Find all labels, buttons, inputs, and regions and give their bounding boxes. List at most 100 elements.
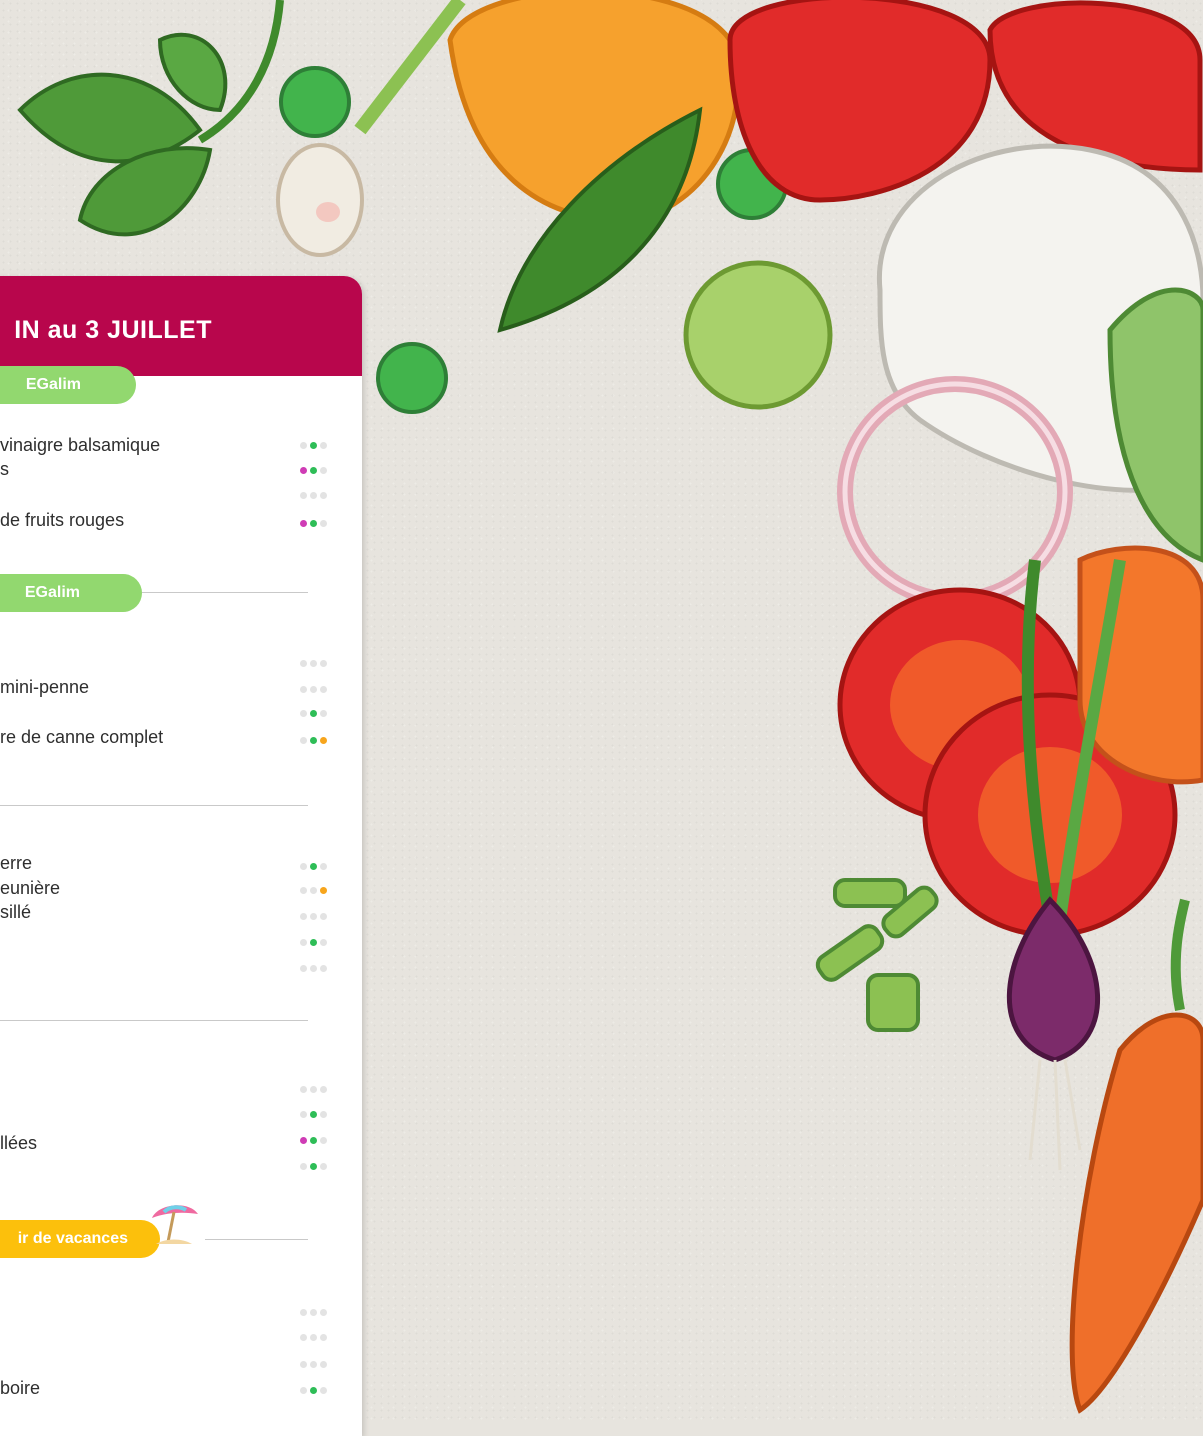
indicator-dot — [310, 887, 317, 894]
indicator-dots — [300, 965, 327, 972]
parsley-leaf-icon — [17, 32, 228, 237]
indicator-dots — [300, 737, 327, 744]
indicator-dot — [310, 939, 317, 946]
egalim-badge: EGalim — [0, 574, 142, 612]
indicator-dot — [300, 1387, 307, 1394]
indicator-dot — [310, 1361, 317, 1368]
indicator-dots — [300, 887, 327, 894]
indicator-dot — [320, 863, 327, 870]
indicator-dot — [300, 1334, 307, 1341]
indicator-dot — [320, 965, 327, 972]
indicator-dot — [300, 737, 307, 744]
menu-item: vinaigre balsamique — [0, 435, 161, 455]
indicator-dot — [300, 1111, 307, 1118]
menu-item: eunière — [0, 878, 61, 898]
pea-icon — [376, 342, 448, 414]
indicator-dot — [320, 686, 327, 693]
indicator-dot — [320, 939, 327, 946]
indicator-dot — [310, 863, 317, 870]
indicator-dot — [300, 887, 307, 894]
indicator-dots — [300, 1309, 327, 1316]
indicator-dots — [300, 1137, 327, 1144]
beach-umbrella-icon — [152, 1205, 198, 1244]
indicator-dot — [310, 660, 317, 667]
menu-item: mini-penne — [0, 677, 90, 697]
indicator-dot — [300, 1309, 307, 1316]
indicator-dot — [310, 467, 317, 474]
indicator-dot — [310, 492, 317, 499]
indicator-dots — [300, 863, 327, 870]
brussels-sprout-icon — [683, 260, 833, 410]
indicator-dot — [300, 965, 307, 972]
indicator-dot — [320, 492, 327, 499]
indicator-dot — [300, 467, 307, 474]
indicator-dot — [310, 520, 317, 527]
indicator-dot — [310, 1387, 317, 1394]
indicator-dots — [300, 660, 327, 667]
indicator-dot — [320, 1334, 327, 1341]
indicator-dot — [320, 887, 327, 894]
indicator-dots — [300, 939, 327, 946]
indicator-dot — [310, 1086, 317, 1093]
green-bean-icon — [815, 878, 939, 1032]
indicator-dot — [320, 520, 327, 527]
indicator-dots — [300, 1163, 327, 1170]
indicator-dot — [300, 1361, 307, 1368]
indicator-dots — [300, 913, 327, 920]
indicator-dots — [300, 710, 327, 717]
indicator-dots — [300, 1334, 327, 1341]
indicator-dot — [320, 737, 327, 744]
vacances-badge: ir de vacances — [0, 1220, 160, 1258]
indicator-dot — [310, 737, 317, 744]
indicator-dot — [310, 710, 317, 717]
indicator-dot — [310, 686, 317, 693]
indicator-dot — [320, 1361, 327, 1368]
tomato-icon — [987, 0, 1203, 173]
indicator-dot — [300, 1137, 307, 1144]
indicator-dot — [310, 965, 317, 972]
indicator-dots — [300, 492, 327, 499]
indicator-dot — [320, 1309, 327, 1316]
indicator-dot — [300, 660, 307, 667]
indicator-dot — [320, 1086, 327, 1093]
menu-item: boire — [0, 1378, 41, 1398]
indicator-dot — [300, 710, 307, 717]
indicator-dot — [310, 1137, 317, 1144]
indicator-dots — [300, 686, 327, 693]
vacances-badge-label: ir de vacances — [17, 1230, 128, 1247]
indicator-dot — [300, 1163, 307, 1170]
menu-item: erre — [0, 853, 33, 873]
indicator-dot — [310, 1334, 317, 1341]
indicator-dot — [310, 913, 317, 920]
indicator-dot — [300, 913, 307, 920]
egalim-badge-label: EGalim — [24, 584, 80, 601]
menu-item: llées — [0, 1133, 38, 1153]
indicator-dots — [300, 520, 327, 527]
indicator-dot — [320, 1137, 327, 1144]
indicator-dot — [300, 520, 307, 527]
indicator-dot — [320, 467, 327, 474]
indicator-dots — [300, 1111, 327, 1118]
indicator-dot — [320, 1387, 327, 1394]
indicator-dot — [310, 1163, 317, 1170]
menu-panel: IN au 3 JUILLET EGalim vinaigre balsamiq… — [0, 276, 362, 1436]
section-divider — [142, 592, 308, 593]
menu-title: IN au 3 JUILLET — [14, 316, 212, 344]
indicator-dots — [300, 1361, 327, 1368]
indicator-dots — [300, 467, 327, 474]
indicator-dot — [310, 1111, 317, 1118]
menu-item: de fruits rouges — [0, 510, 125, 530]
indicator-dots — [300, 1086, 327, 1093]
indicator-dot — [320, 913, 327, 920]
indicator-dot — [300, 686, 307, 693]
menu-header: IN au 3 JUILLET — [0, 276, 362, 376]
section-divider — [205, 1239, 308, 1240]
indicator-dot — [320, 1111, 327, 1118]
indicator-dot — [300, 1086, 307, 1093]
pea-icon — [279, 66, 351, 138]
indicator-dot — [300, 939, 307, 946]
menu-item: s — [0, 459, 9, 479]
indicator-dot — [320, 1163, 327, 1170]
carrot-icon — [1069, 1012, 1203, 1414]
indicator-dot — [300, 442, 307, 449]
